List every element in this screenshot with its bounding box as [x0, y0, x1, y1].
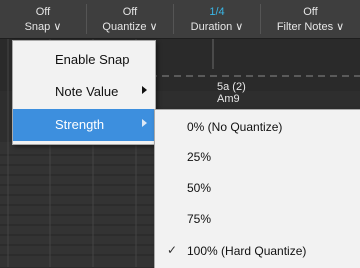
toolbar: Off Snap ∨ Off Quantize ∨ 1/4 Duration ∨…	[0, 0, 360, 39]
submenu-arrow-icon	[142, 86, 147, 94]
option-label: 100% (Hard Quantize)	[187, 244, 307, 258]
filter-notes-control[interactable]: Off Filter Notes ∨	[261, 0, 360, 38]
option-label: 25%	[187, 150, 212, 164]
snap-dropdown-label[interactable]: Snap ∨	[0, 21, 86, 33]
menu-item-strength[interactable]: Strength	[13, 109, 155, 141]
strength-option-75[interactable]: 75%	[155, 204, 360, 234]
option-label: 0% (No Quantize)	[187, 120, 283, 134]
chord-label: 5a (2) Am9	[217, 81, 246, 105]
filter-notes-dropdown-label[interactable]: Filter Notes ∨	[261, 21, 360, 33]
option-label: 50%	[187, 181, 212, 195]
strength-option-25[interactable]: 25%	[155, 142, 360, 172]
duration-control[interactable]: 1/4 Duration ∨	[174, 0, 260, 38]
chord-name: Am9	[217, 93, 240, 105]
quantize-dropdown-label[interactable]: Quantize ∨	[87, 21, 173, 33]
quantize-value: Off	[122, 6, 138, 18]
checkmark-icon: ✓	[167, 243, 178, 257]
strength-option-100[interactable]: ✓ 100% (Hard Quantize)	[155, 236, 360, 266]
strength-submenu: 0% (No Quantize) 25% 50% 75% ✓ 100% (Har…	[154, 109, 360, 268]
menu-item-label: Strength	[55, 117, 105, 132]
submenu-arrow-icon	[142, 119, 147, 127]
strength-option-0[interactable]: 0% (No Quantize)	[155, 112, 360, 142]
menu-item-label: Note Value	[55, 84, 119, 99]
menu-item-enable-snap[interactable]: Enable Snap	[13, 44, 155, 76]
strength-option-50[interactable]: 50%	[155, 173, 360, 203]
duration-dropdown-label[interactable]: Duration ∨	[174, 21, 260, 33]
filter-notes-value: Off	[303, 6, 318, 18]
snap-value: Off	[35, 6, 51, 18]
snap-menu: Enable Snap Note Value Strength	[12, 40, 156, 145]
menu-item-label: Enable Snap	[55, 52, 130, 67]
quantize-control[interactable]: Off Quantize ∨	[87, 0, 173, 38]
duration-value: 1/4	[209, 6, 225, 18]
snap-control[interactable]: Off Snap ∨	[0, 0, 86, 38]
chord-position: 5a (2)	[217, 81, 246, 93]
menu-item-note-value[interactable]: Note Value	[13, 76, 155, 108]
option-label: 75%	[187, 212, 212, 226]
